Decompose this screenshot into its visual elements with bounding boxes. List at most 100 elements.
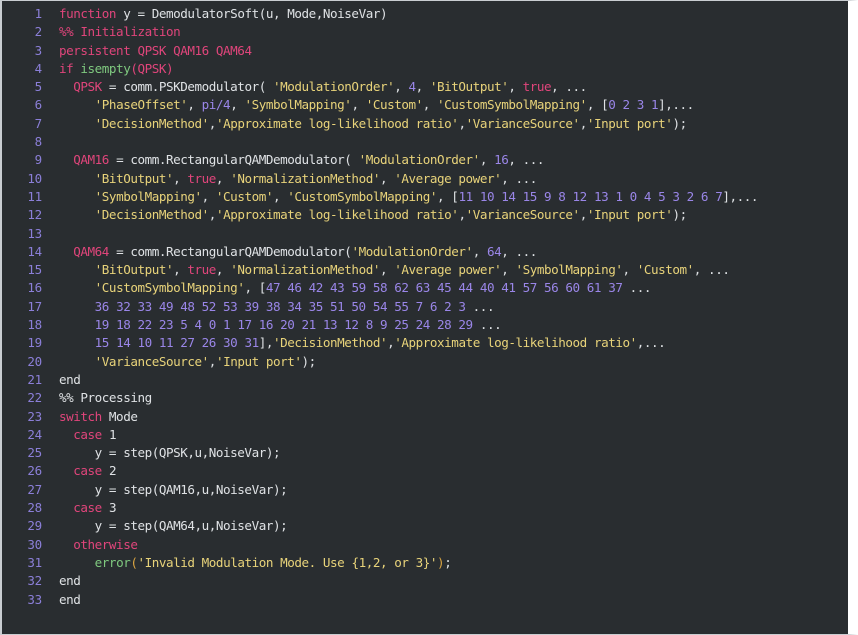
line-content[interactable]: 'SymbolMapping', 'Custom', 'CustomSymbol… [44, 188, 848, 206]
code-token: , ... [508, 152, 545, 168]
code-token: ],... [658, 97, 694, 113]
code-line[interactable]: 5 QPSK = comm.PSKDemodulator( 'Modulatio… [2, 78, 848, 96]
code-line[interactable]: 17 36 32 33 49 48 52 53 39 38 34 35 51 5… [2, 298, 848, 316]
code-line[interactable]: 21 end [2, 371, 848, 389]
line-number: 29 [27, 518, 42, 534]
code-token: 3 [108, 500, 117, 516]
code-line[interactable]: 32 end [2, 572, 848, 590]
line-content[interactable]: 15 14 10 11 27 26 30 31],'DecisionMethod… [44, 334, 848, 352]
code-line[interactable]: 12 'DecisionMethod','Approximate log-lik… [2, 206, 848, 224]
code-token: 0 2 3 1 [608, 97, 659, 113]
code-line[interactable]: 25 y = step(QPSK,u,NoiseVar); [2, 444, 848, 462]
code-line[interactable]: 22 %% Processing [2, 389, 848, 407]
line-number: 7 [34, 115, 43, 131]
code-line[interactable]: 7 'DecisionMethod','Approximate log-like… [2, 115, 848, 133]
line-content[interactable]: function y = DemodulatorSoft(u, Mode,Noi… [44, 5, 848, 23]
code-token: end [59, 371, 81, 387]
code-line[interactable]: 29 y = step(QAM64,u,NoiseVar); [2, 517, 848, 535]
line-number: 15 [27, 262, 42, 278]
code-line[interactable]: 27 y = step(QAM16,u,NoiseVar); [2, 481, 848, 499]
code-token: = comm.RectangularQAMDemodulator( [108, 152, 359, 168]
line-content[interactable]: end [44, 572, 848, 590]
line-content[interactable]: end [44, 371, 848, 389]
code-line[interactable]: 2 %% Initialization [2, 23, 848, 41]
line-content[interactable]: end [44, 591, 848, 609]
line-content[interactable]: QAM64 = comm.RectangularQAMDemodulator('… [44, 243, 848, 261]
line-content[interactable]: 36 32 33 49 48 52 53 39 38 34 35 51 50 5… [44, 298, 848, 316]
code-line[interactable]: 16 'CustomSymbolMapping', [47 46 42 43 5… [2, 279, 848, 297]
line-number: 14 [27, 243, 42, 259]
code-token: , [230, 97, 245, 113]
code-token: %% Initialization [59, 24, 181, 40]
line-content[interactable]: y = step(QAM16,u,NoiseVar); [44, 481, 848, 499]
line-content[interactable]: 'BitOutput', true, 'NormalizationMethod'… [44, 261, 848, 279]
code-token: , [394, 79, 409, 95]
code-token: 'BitOutput' [94, 170, 174, 186]
code-line[interactable]: 10 'BitOutput', true, 'NormalizationMeth… [2, 170, 848, 188]
line-number: 27 [27, 481, 42, 497]
line-content[interactable]: case 3 [44, 499, 848, 517]
code-line[interactable]: 20 'VarianceSource','Input port'); [2, 353, 848, 371]
code-line[interactable]: 23 switch Mode [2, 408, 848, 426]
code-token: 11 10 14 15 9 8 12 13 1 0 4 5 3 2 6 7 [458, 188, 723, 204]
line-content[interactable]: otherwise [44, 536, 848, 554]
line-content[interactable]: y = step(QAM64,u,NoiseVar); [44, 517, 848, 535]
code-token: 'VarianceSource' [465, 207, 581, 223]
line-number: 1 [34, 6, 43, 21]
code-token: ); [301, 353, 317, 369]
line-number: 3 [34, 42, 43, 58]
line-content[interactable]: y = step(QPSK,u,NoiseVar); [44, 444, 848, 462]
line-content[interactable]: error('Invalid Modulation Mode. Use {1,2… [44, 554, 848, 572]
line-content[interactable]: 'CustomSymbolMapping', [47 46 42 43 59 5… [44, 279, 848, 297]
line-number: 21 [27, 371, 42, 387]
line-content[interactable]: %% Processing [44, 389, 848, 407]
code-line[interactable]: 18 19 18 22 23 5 4 0 1 17 16 20 21 13 12… [2, 316, 848, 334]
code-token: , [187, 97, 202, 113]
code-line[interactable]: 24 case 1 [2, 426, 848, 444]
code-token: 'Average power' [394, 262, 502, 278]
code-token: 'Approximate log-likelihood ratio' [215, 115, 459, 131]
code-line[interactable]: 30 otherwise [2, 536, 848, 554]
code-line[interactable]: 3 persistent QPSK QAM16 QAM64 [2, 42, 848, 60]
code-line[interactable]: 9 QAM16 = comm.RectangularQAMDemodulator… [2, 151, 848, 169]
line-content[interactable]: 'VarianceSource','Input port'); [44, 353, 848, 371]
code-token: y = step(QAM64,u,NoiseVar); [59, 518, 288, 534]
code-token: 'Approximate log-likelihood ratio' [394, 335, 637, 351]
code-line[interactable]: 19 15 14 10 11 27 26 30 31],'DecisionMet… [2, 334, 848, 352]
code-line[interactable]: 14 QAM64 = comm.RectangularQAMDemodulato… [2, 243, 848, 261]
line-number: 20 [27, 353, 42, 369]
matlab-code-editor[interactable]: 1 function y = DemodulatorSoft(u, Mode,No… [0, 0, 858, 635]
line-content[interactable]: persistent QPSK QAM16 QAM64 [44, 42, 848, 60]
line-content[interactable]: 'BitOutput', true, 'NormalizationMethod'… [44, 170, 848, 188]
code-line[interactable]: 28 case 3 [2, 499, 848, 517]
line-content[interactable]: if isempty(QPSK) [44, 60, 848, 78]
line-content[interactable]: %% Initialization [44, 23, 848, 41]
code-line[interactable]: 13 [2, 225, 848, 243]
code-line[interactable]: 8 [2, 133, 848, 151]
code-line[interactable]: 1 function y = DemodulatorSoft(u, Mode,No… [2, 5, 848, 23]
line-content[interactable]: 'DecisionMethod','Approximate log-likeli… [44, 206, 848, 224]
line-content[interactable]: case 1 [44, 426, 848, 444]
code-line[interactable]: 6 'PhaseOffset', pi/4, 'SymbolMapping', … [2, 96, 848, 114]
line-content[interactable]: switch Mode [44, 408, 848, 426]
code-token: ... [622, 280, 652, 296]
code-token: 'SymbolMapping' [94, 188, 202, 204]
line-content[interactable]: case 2 [44, 462, 848, 480]
code-lines-container[interactable]: 1 function y = DemodulatorSoft(u, Mode,No… [2, 1, 848, 609]
code-line[interactable]: 11 'SymbolMapping', 'Custom', 'CustomSym… [2, 188, 848, 206]
line-content[interactable]: 19 18 22 23 5 4 0 1 17 16 20 21 13 12 8 … [44, 316, 848, 334]
code-line[interactable]: 4 if isempty(QPSK) [2, 60, 848, 78]
line-content[interactable]: QPSK = comm.PSKDemodulator( 'ModulationO… [44, 78, 848, 96]
line-number: 8 [34, 134, 43, 150]
code-line[interactable]: 31 error('Invalid Modulation Mode. Use {… [2, 554, 848, 572]
line-content[interactable]: 'DecisionMethod','Approximate log-likeli… [44, 115, 848, 133]
code-line[interactable]: 33 end [2, 591, 848, 609]
code-token: = comm.RectangularQAMDemodulator( [108, 243, 352, 259]
code-line[interactable]: 15 'BitOutput', true, 'NormalizationMeth… [2, 261, 848, 279]
line-content[interactable]: 'PhaseOffset', pi/4, 'SymbolMapping', 'C… [44, 96, 848, 114]
code-token: , ... [551, 79, 587, 95]
code-line[interactable]: 26 case 2 [2, 462, 848, 480]
line-content[interactable]: QAM16 = comm.RectangularQAMDemodulator( … [44, 151, 848, 169]
